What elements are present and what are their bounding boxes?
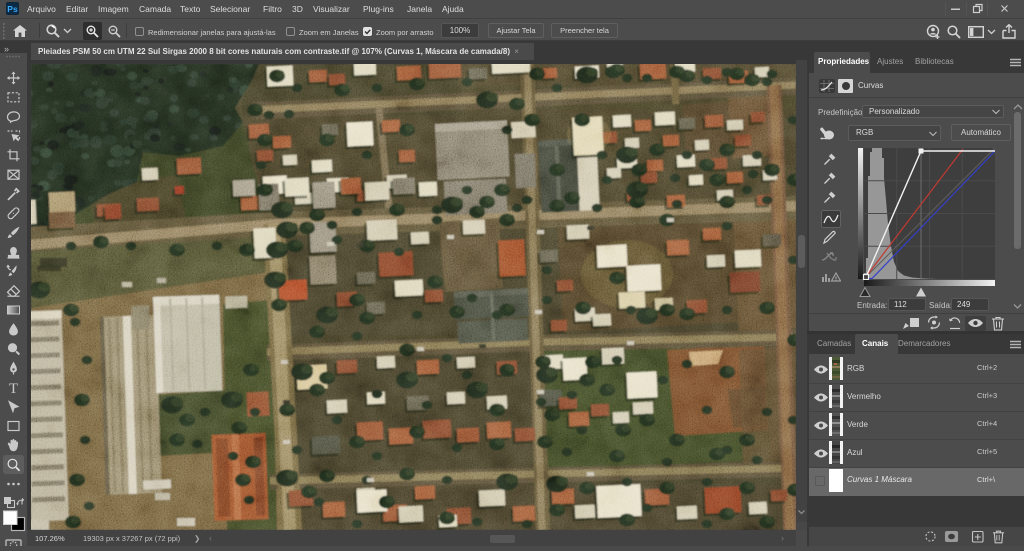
- svg-text:T: T: [9, 381, 18, 397]
